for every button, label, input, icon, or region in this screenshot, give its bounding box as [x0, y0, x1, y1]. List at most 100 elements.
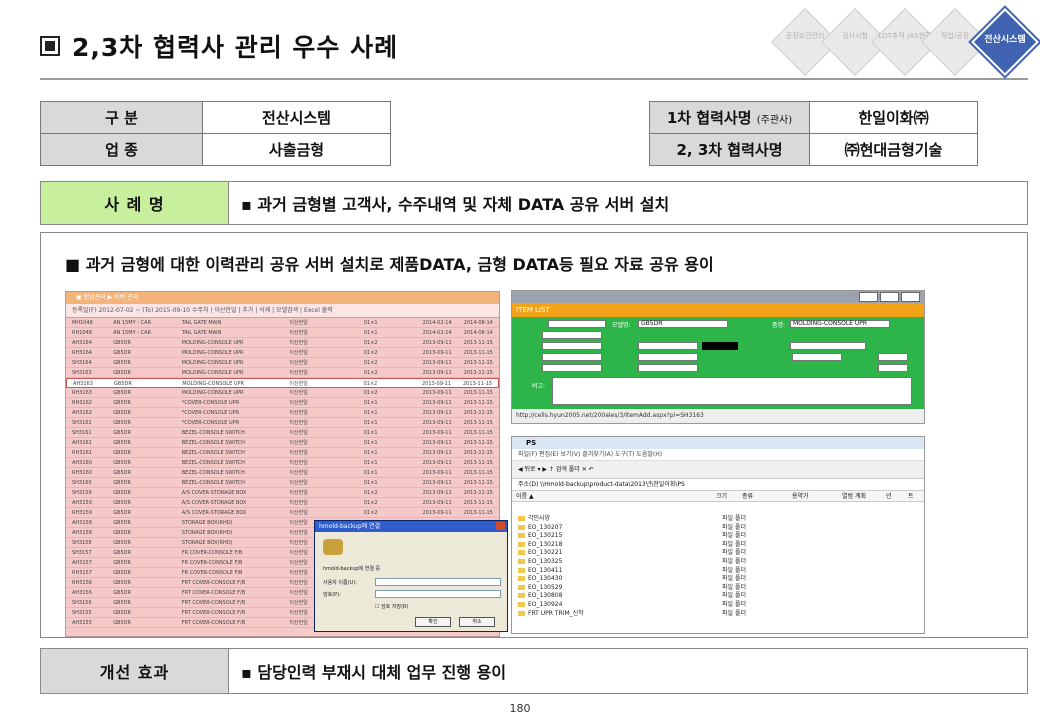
start-date-field[interactable] [542, 353, 602, 361]
table-cell: 01×1 [363, 450, 378, 456]
close-icon[interactable] [496, 522, 505, 530]
table-row[interactable]: AH3163 GB5DR MOLDING-CONSOLE UPR 이산한일 01×2 20… [66, 378, 499, 388]
transfer-date-field[interactable] [638, 364, 698, 372]
col-6[interactable]: 년 [882, 491, 904, 501]
col-size[interactable]: 크기 [712, 491, 738, 501]
folder-icon [518, 558, 525, 564]
table-row[interactable]: RH3160 GB5DR BEZEL-CONSOLE SWITCH 이산한일 01×1 2… [66, 468, 499, 478]
table-row[interactable]: RH3164 GB5DR MOLDING-CONSOLE UPR 이산한일 01×2 20… [66, 348, 499, 358]
explorer-menu[interactable]: 파일(F) 편집(E) 보기(V) 즐겨찾기(A) 도구(T) 도움말(H) [512, 449, 924, 461]
explorer-address-bar[interactable]: 주소(D) \\Hmold-backup\product-data\2013년\… [512, 479, 924, 491]
table-cell: 2013-11-15 [463, 440, 493, 446]
memo-textarea[interactable] [552, 377, 912, 405]
col-5[interactable]: 열범 계획 [838, 491, 882, 501]
cavity-field[interactable] [542, 342, 602, 350]
dialog-cancel-button[interactable]: 취소 [459, 617, 495, 627]
folder-icon [518, 541, 525, 547]
col-name[interactable]: 이름 ▲ [512, 491, 712, 501]
list-item[interactable]: EO_130430 [518, 575, 584, 584]
table-cell: 이산한일 [289, 440, 308, 446]
dialog-ok-button[interactable]: 확인 [415, 617, 451, 627]
table-row[interactable]: MH1048 AN 15MY - CAR TAIL GATE MAIN 이산한일 01×… [66, 318, 499, 328]
col-7[interactable]: 트 [904, 491, 914, 501]
memo-label: 비고: [532, 383, 546, 390]
list-item[interactable]: EO_130218 [518, 541, 584, 550]
folder-name: EO_130325 [528, 557, 563, 565]
table-cell: 2013-09-11 [422, 480, 452, 486]
table-cell: 이산한일 [289, 460, 308, 466]
finish-date-field[interactable] [542, 364, 602, 372]
list-item[interactable]: EO_130529 [518, 584, 584, 593]
due-date-field[interactable] [638, 353, 698, 361]
customer-field[interactable] [542, 331, 602, 339]
table-cell: AH3164 [72, 340, 92, 346]
list-item[interactable]: EO_130924 [518, 601, 584, 610]
col-type[interactable]: 종류 [738, 491, 788, 501]
list-item[interactable]: EO_130215 [518, 532, 584, 541]
table-row[interactable]: SH3163 GB5DR MOLDING-CONSOLE UPR 이산한일 01×2 20… [66, 368, 499, 378]
explorer-toolbar[interactable]: ◀ 뒤로 ▾ ▶ ↑ 검색 폴더 ✕ ↶ [512, 461, 924, 479]
table-cell: 01×2 [363, 381, 378, 387]
dialog-user-input[interactable] [375, 578, 501, 586]
table-cell: 01×1 [363, 430, 378, 436]
list-item[interactable]: EO_130411 [518, 567, 584, 576]
table-cell: 2013-11-15 [463, 460, 493, 466]
table-row[interactable]: SH3164 GB5DR MOLDING-CONSOLE UPR 이산한일 01×2 20… [66, 358, 499, 368]
status-field[interactable] [878, 364, 908, 372]
table-row[interactable]: SH3162 GB5DR *COVER-CONSOLE UPR 이산한일 01×1 201… [66, 418, 499, 428]
list-item[interactable]: EO_130207 [518, 524, 584, 533]
table-row[interactable]: AH3164 GB5DR MOLDING-CONSOLE UPR 이산한일 01×2 20… [66, 338, 499, 348]
table-row[interactable]: SH3161 GB5DR BEZEL-CONSOLE SWITCH 이산한일 01×1 2… [66, 428, 499, 438]
material-field[interactable] [790, 342, 866, 350]
code-field[interactable] [548, 320, 606, 328]
table-row[interactable]: RH3163 GB5DR MOLDING-CONSOLE UPR 이산한일 01×2 20… [66, 388, 499, 398]
table-row[interactable]: RH1048 AN 15MY - CAR TAIL GATE MAIN 이산한일 01×… [66, 328, 499, 338]
folder-name: EO_130529 [528, 583, 563, 591]
table-row[interactable]: AH3159 GB5DR A/S COVER-STORAGE BOX 이산한일 01×2… [66, 498, 499, 508]
table-cell: GB5DR [113, 540, 131, 546]
list-item[interactable]: 각인사양 [518, 515, 584, 524]
table-cell: BEZEL-CONSOLE SWITCH [181, 440, 245, 446]
info-table-left: 구 분 전산시스템 업 종 사출금형 [40, 101, 391, 166]
table-row[interactable]: SH3159 GB5DR A/S COVER-STORAGE BOX 이산한일 01×2… [66, 488, 499, 498]
folder-icon [518, 610, 525, 616]
list-item[interactable]: EO_130325 [518, 558, 584, 567]
table-cell: MOLDING-CONSOLE UPR [181, 370, 244, 376]
complete-date-field[interactable] [792, 353, 842, 361]
table-row[interactable]: RH3161 GB5DR BEZEL-CONSOLE SWITCH 이산한일 01×1 2… [66, 448, 499, 458]
table-cell: 01×2 [363, 490, 378, 496]
dialog-save-pw[interactable]: ☐ 암호 저장(R) [375, 603, 408, 610]
table-row[interactable]: AH3161 GB5DR BEZEL-CONSOLE SWITCH 이산한일 01×1 2… [66, 438, 499, 448]
table-cell: 01×1 [363, 330, 378, 336]
table-row[interactable]: RH3162 GB5DR *COVER-CONSOLE UPR 이산한일 01×1 201… [66, 398, 499, 408]
table-cell: 이산한일 [289, 480, 308, 486]
item-field[interactable]: MOLDING-CONSOLE UPR [790, 320, 890, 328]
table-row[interactable]: AH3160 GB5DR BEZEL-CONSOLE SWITCH 이산한일 01×1 2… [66, 458, 499, 468]
list-item[interactable]: EO_130808 [518, 592, 584, 601]
currency-field[interactable] [638, 342, 698, 350]
work-type-field[interactable] [878, 353, 908, 361]
list-item[interactable]: EO_130221 [518, 549, 584, 558]
save-button[interactable]: 저장 [880, 292, 899, 302]
dialog-pw-input[interactable] [375, 590, 501, 598]
list-item[interactable]: FRT UPR TRIM_신작 [518, 610, 584, 619]
table-cell: MH1048 [72, 320, 93, 326]
folder-name: EO_130218 [528, 540, 563, 548]
table-row[interactable]: SH3160 GB5DR BEZEL-CONSOLE SWITCH 이산한일 01×1 2… [66, 478, 499, 488]
model-field[interactable]: GB5DR [638, 320, 728, 328]
main-heading: ■ 과거 금형에 대한 이력관리 공유 서버 설치로 제품DATA, 금형 DA… [65, 255, 714, 274]
table-cell: 2013-09-11 [422, 450, 452, 456]
col-4[interactable]: 용약가 [788, 491, 838, 501]
table-row[interactable]: AH3162 GB5DR *COVER-CONSOLE UPR 이산한일 01×1 201… [66, 408, 499, 418]
folder-name: EO_130411 [528, 566, 563, 574]
folder-name: EO_130221 [528, 549, 563, 557]
table-cell: AH3155 [72, 620, 92, 626]
folder-type: 파일 폴더 [722, 523, 746, 531]
keys-icon [323, 539, 343, 555]
table-row[interactable]: RH3159 GB5DR A/S COVER-STORAGE BOX 이산한일 01×2… [66, 508, 499, 518]
table-cell: GB5DR [113, 360, 131, 366]
close-button[interactable]: 닫기 [901, 292, 920, 302]
new-button[interactable]: 신규 [859, 292, 878, 302]
table-cell: GB5DR [113, 470, 131, 476]
folder-name: EO_130808 [528, 592, 563, 600]
